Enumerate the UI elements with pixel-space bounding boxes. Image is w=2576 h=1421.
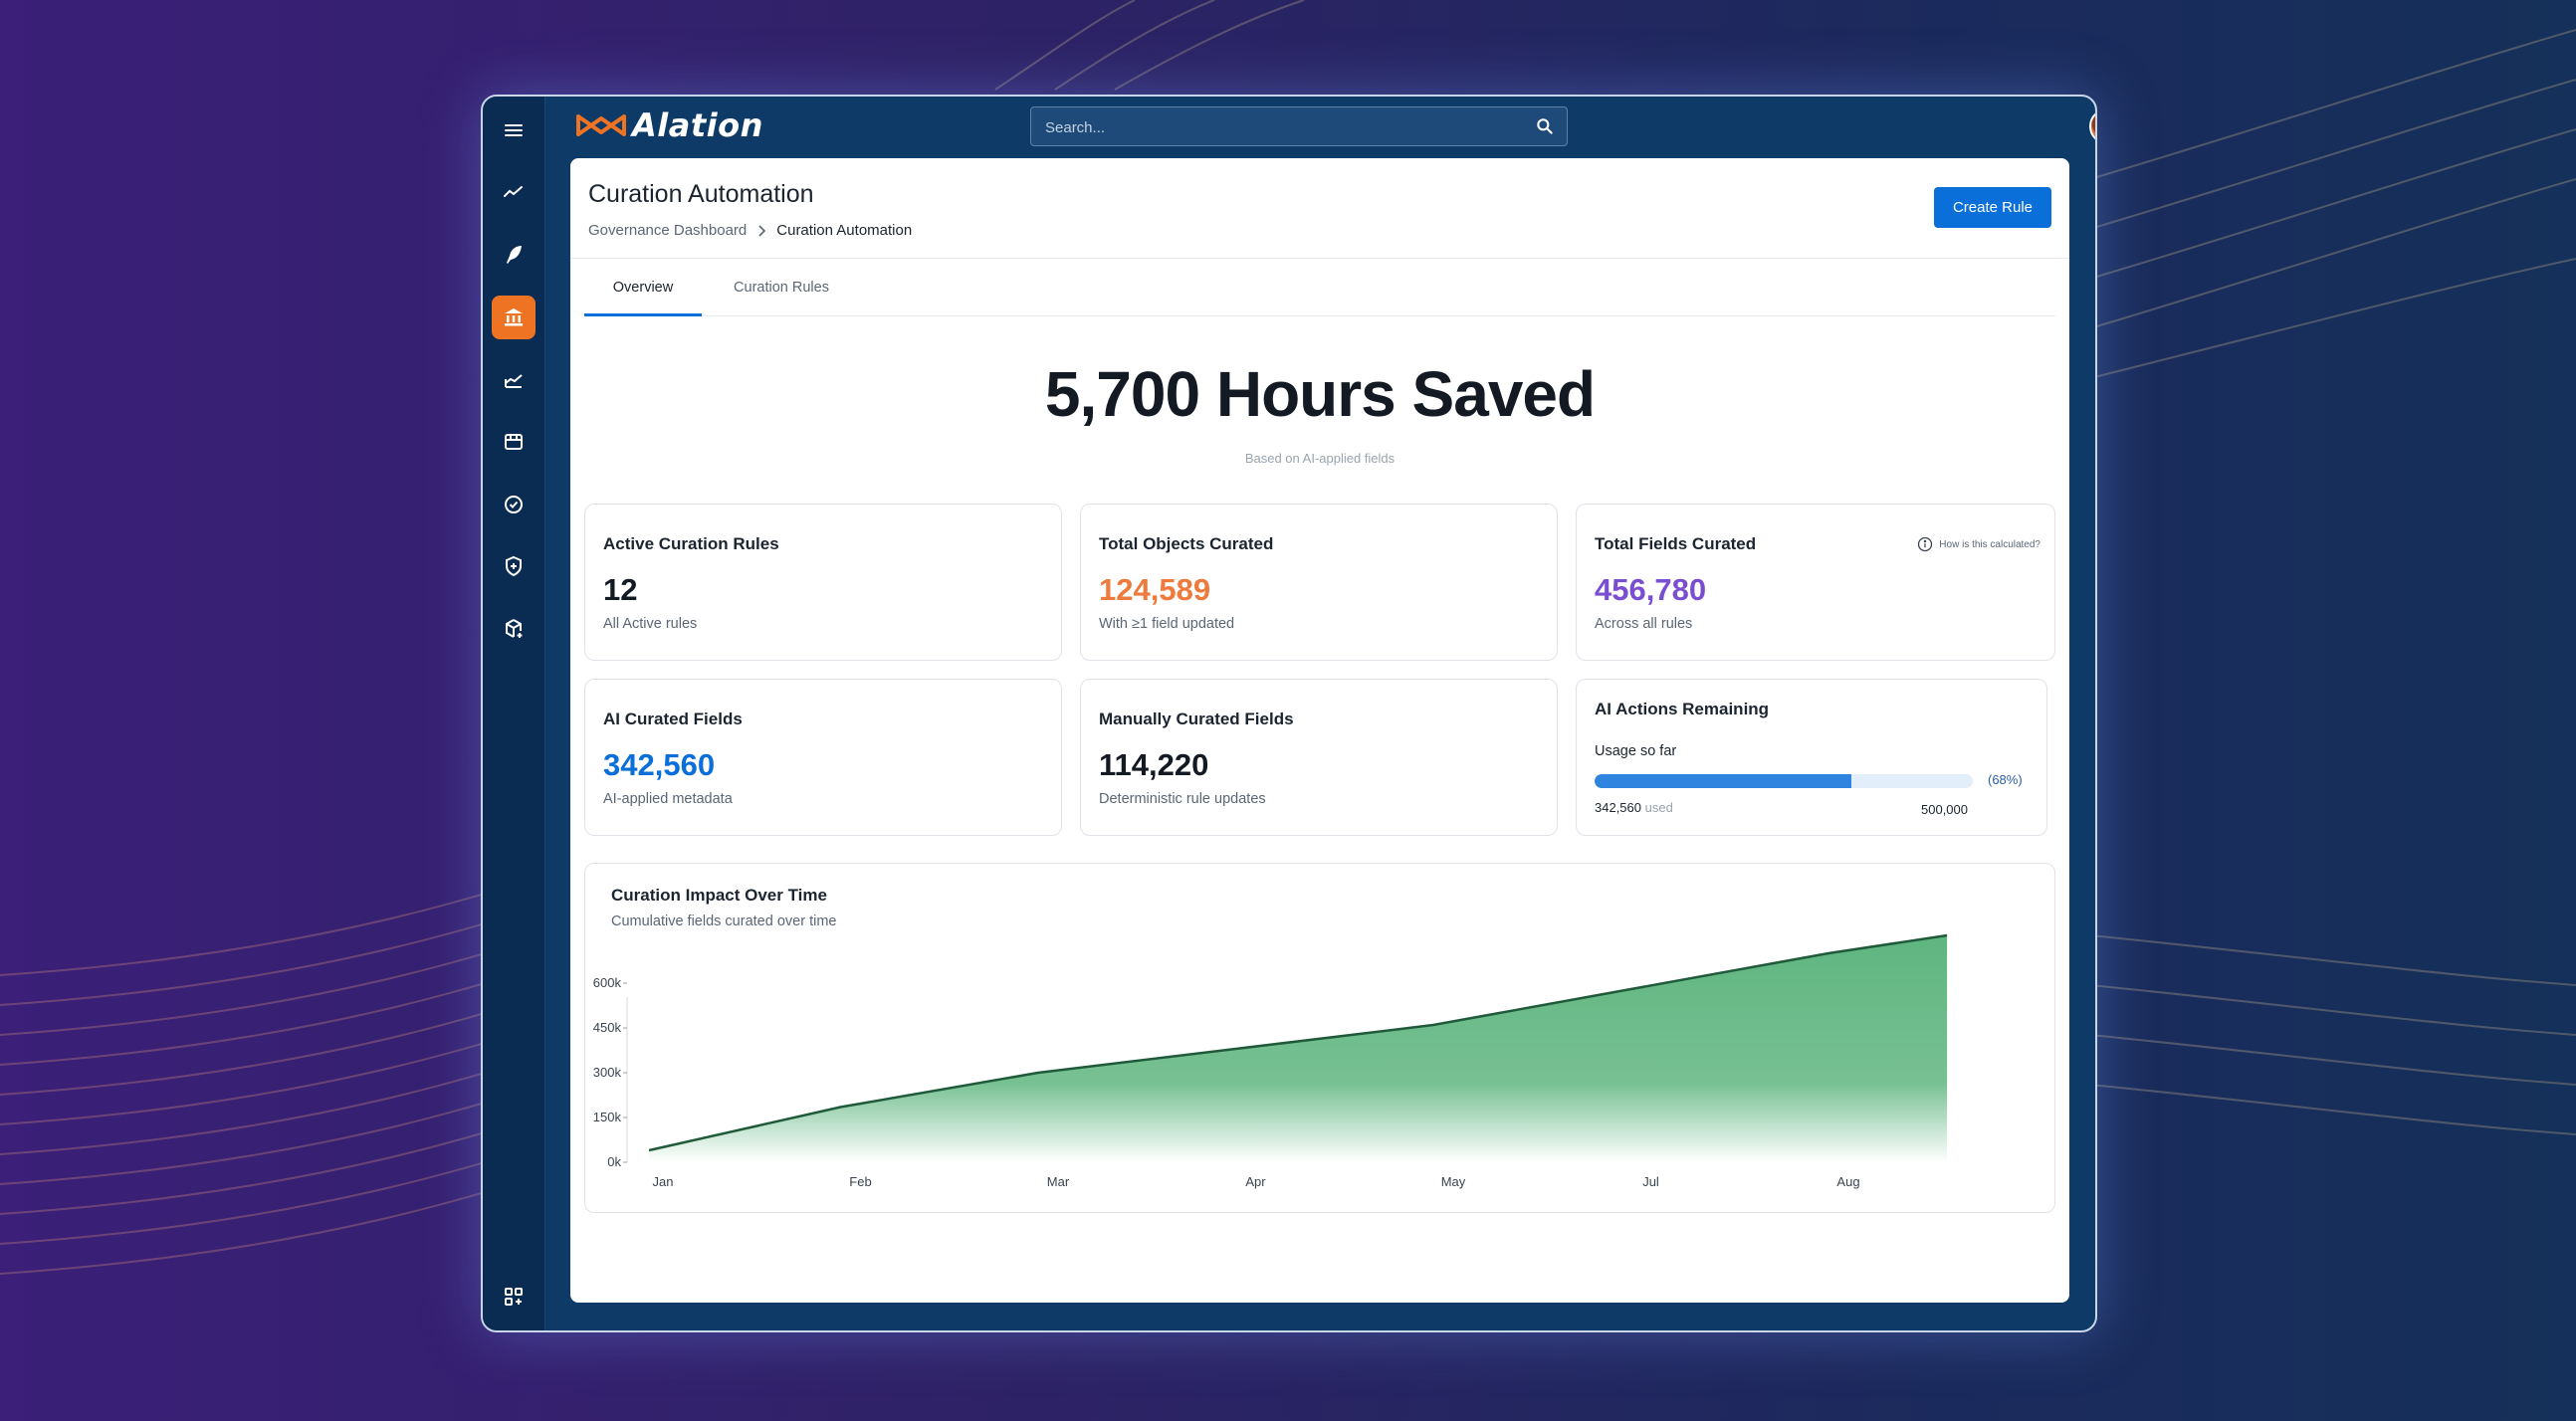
usage-used: 342,560 used (1595, 800, 1673, 815)
search-box[interactable] (1030, 106, 1568, 147)
card-title: Manually Curated Fields (1099, 710, 1294, 728)
card-title: Total Objects Curated (1099, 534, 1274, 553)
y-tick-label: 300k (593, 1065, 622, 1080)
usage-used-label: used (1644, 800, 1673, 815)
apps-add-icon[interactable] (492, 1275, 536, 1319)
card-subtitle: Across all rules (1595, 616, 1693, 632)
series-area (649, 935, 1948, 1162)
card-ai-actions-remaining: AI Actions Remaining Usage so far (68%) … (1576, 679, 2047, 836)
store-icon[interactable] (492, 420, 536, 464)
card-value: 456,780 (1595, 572, 1707, 607)
y-tick-label: 150k (593, 1110, 622, 1124)
y-tick-label: 600k (593, 975, 622, 990)
breadcrumb: Governance Dashboard Curation Automation (588, 222, 912, 239)
search-icon[interactable] (1535, 116, 1555, 136)
bank-icon[interactable] (492, 296, 536, 339)
tab-bar: Overview Curation Rules (584, 262, 2055, 316)
card-total-objects-curated: Total Objects Curated 124,589 With ≥1 fi… (1080, 504, 1558, 661)
usage-percent: (68%) (1988, 772, 2023, 787)
header-divider (570, 258, 2069, 259)
card-subtitle: AI-applied metadata (603, 791, 733, 807)
card-title: Total Fields Curated (1595, 534, 1757, 553)
box-plus-icon[interactable] (492, 607, 536, 651)
breadcrumb-item-governance-dashboard[interactable]: Governance Dashboard (588, 222, 747, 239)
x-tick-label: Apr (1245, 1174, 1266, 1189)
search-input[interactable] (1043, 107, 1525, 147)
hours-saved-headline: 5,700 Hours Saved (1044, 358, 1596, 430)
how-calculated-label: How is this calculated? (1939, 538, 2040, 550)
chevron-right-icon (758, 224, 766, 237)
hours-saved-subtitle: Based on AI-applied fields (1244, 451, 1395, 466)
card-value: 124,589 (1099, 572, 1211, 607)
breadcrumb-item-current: Curation Automation (776, 222, 913, 239)
y-tick-label: 450k (593, 1020, 622, 1035)
info-icon (1918, 536, 1933, 552)
card-value: 114,220 (1099, 747, 1209, 782)
chart-icon[interactable] (492, 357, 536, 401)
curation-impact-chart: Curation Impact Over Time Cumulative fie… (584, 863, 2055, 1213)
x-tick-label: Aug (1836, 1174, 1859, 1189)
brand-name: Alation (632, 106, 763, 144)
usage-progress-fill (1595, 774, 1852, 788)
card-subtitle: Deterministic rule updates (1099, 791, 1266, 807)
badge-check-icon[interactable] (492, 483, 536, 526)
card-value: 12 (603, 572, 638, 607)
trend-icon[interactable] (492, 170, 536, 214)
chart-canvas: 0k 150k 300k 450k 600k Jan Feb Mar Apr May Jul Aug (593, 933, 1948, 1189)
card-value: 342,560 (603, 747, 716, 782)
card-title: Active Curation Rules (603, 534, 779, 553)
usage-total: 500,000 (1921, 802, 1968, 817)
main-content: Curation Automation Governance Dashboard… (570, 158, 2069, 1303)
brand-logo[interactable]: Alation (574, 106, 763, 144)
tab-overview[interactable]: Overview (584, 262, 702, 316)
sidebar (483, 97, 545, 1330)
usage-used-value: 342,560 (1595, 800, 1641, 815)
tab-curation-rules[interactable]: Curation Rules (722, 262, 841, 313)
usage-progress-bar (1595, 774, 1973, 788)
x-tick-label: Mar (1047, 1174, 1070, 1189)
card-subtitle: With ≥1 field updated (1099, 616, 1235, 632)
avatar[interactable] (2089, 108, 2095, 144)
how-calculated-link[interactable]: How is this calculated? (1917, 536, 2040, 552)
card-total-fields-curated: Total Fields Curated How is this calcula… (1576, 504, 2055, 661)
x-tick-label: Feb (849, 1174, 871, 1189)
card-title: AI Curated Fields (603, 710, 743, 728)
shield-icon[interactable] (492, 544, 536, 588)
alation-logo-icon (576, 114, 626, 136)
page-title: Curation Automation (588, 180, 814, 208)
x-tick-label: May (1441, 1174, 1466, 1189)
menu-icon[interactable] (492, 108, 536, 152)
card-manually-curated-fields: Manually Curated Fields 114,220 Determin… (1080, 679, 1558, 836)
card-title: AI Actions Remaining (1595, 700, 1770, 718)
x-tick-label: Jul (1642, 1174, 1659, 1189)
top-bar: Alation 3 (544, 97, 2095, 158)
x-tick-label: Jan (653, 1174, 674, 1189)
y-tick-label: 0k (607, 1154, 621, 1169)
app-window: Alation 3 Curation Automation Governance… (481, 95, 2097, 1332)
feather-icon[interactable] (492, 233, 536, 277)
card-ai-curated-fields: AI Curated Fields 342,560 AI-applied met… (584, 679, 1062, 836)
card-subtitle: All Active rules (603, 616, 698, 632)
card-active-curation-rules: Active Curation Rules 12 All Active rule… (584, 504, 1062, 661)
usage-label: Usage so far (1595, 743, 1677, 759)
create-rule-button[interactable]: Create Rule (1934, 187, 2051, 228)
